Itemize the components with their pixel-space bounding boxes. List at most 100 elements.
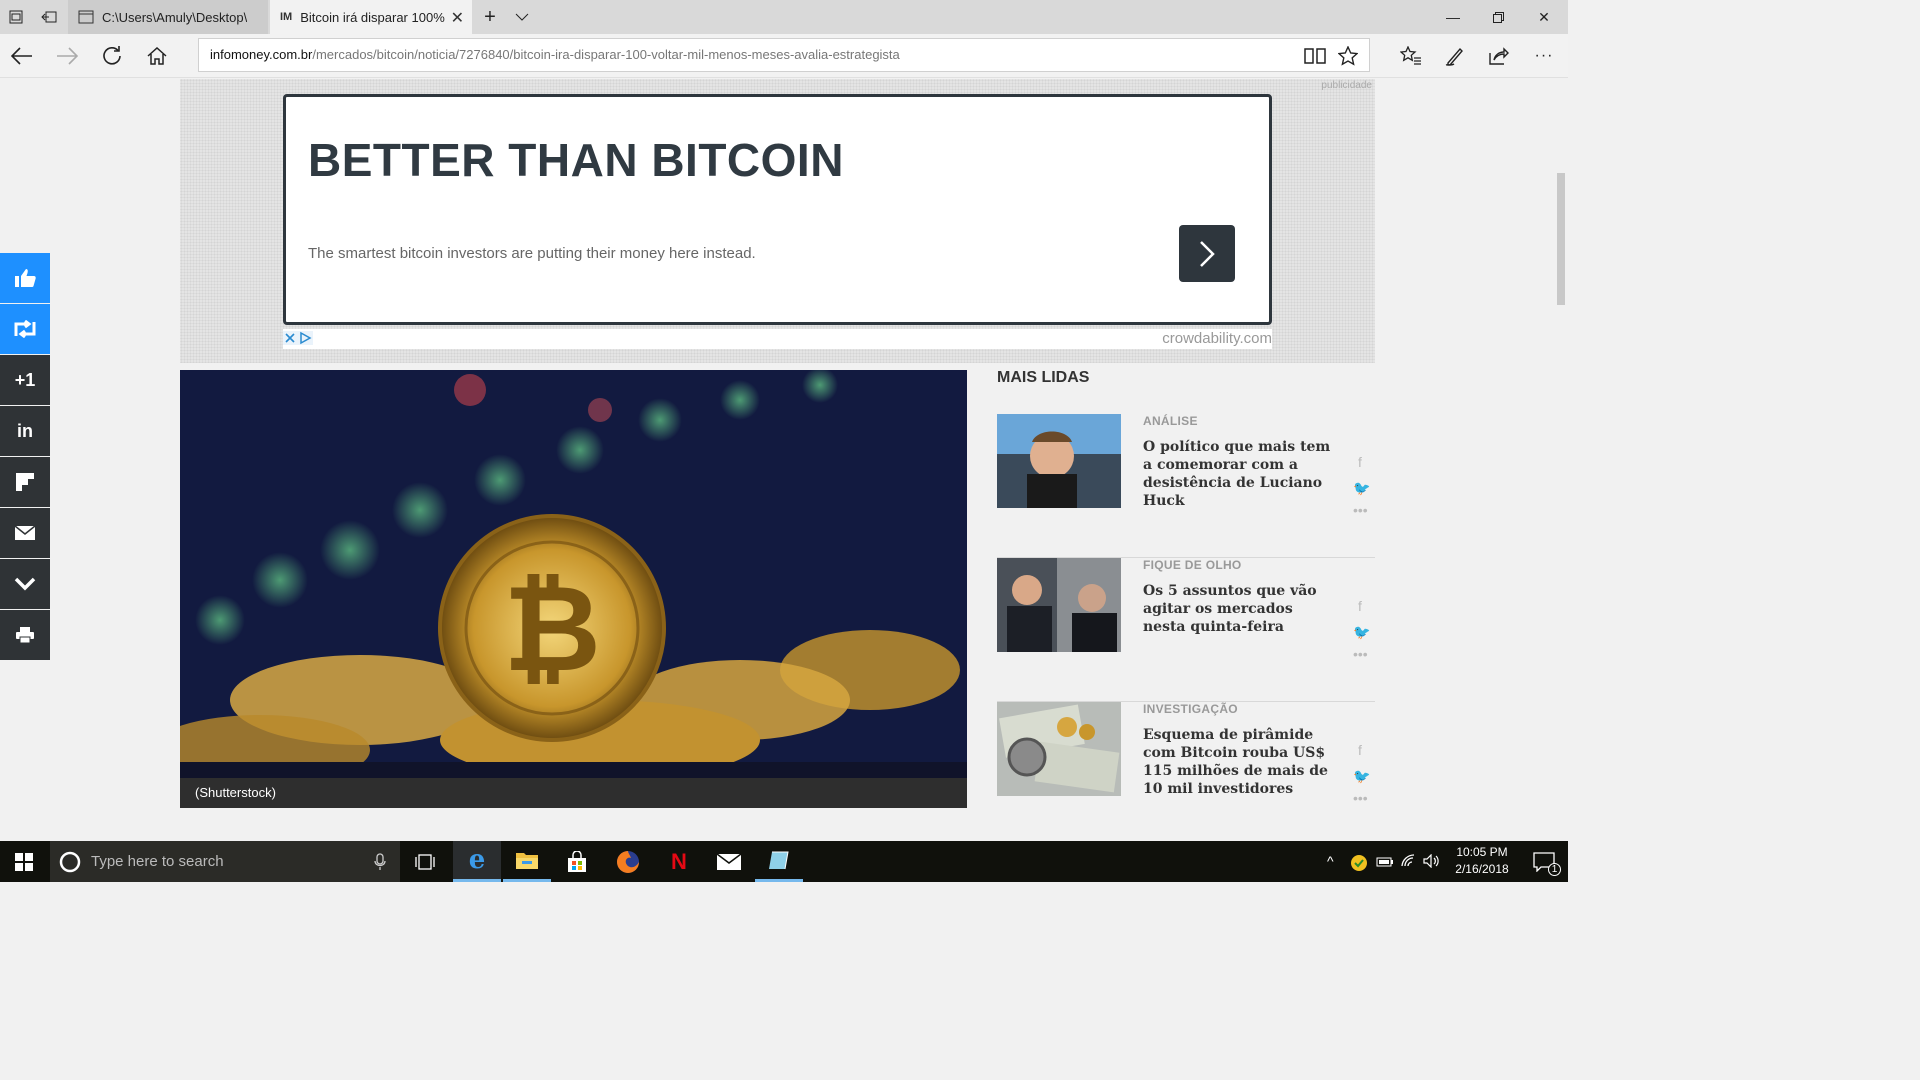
retweet-icon: [14, 320, 36, 338]
ad-title: BETTER THAN BITCOIN: [308, 134, 844, 186]
url-domain: infomoney.com.br: [210, 47, 313, 62]
twitter-icon[interactable]: 🐦: [1353, 480, 1370, 497]
more-dots-icon[interactable]: •••: [1353, 502, 1368, 518]
page-content: publicidade BETTER THAN BITCOIN The smar…: [0, 79, 1555, 841]
ad-container: publicidade BETTER THAN BITCOIN The smar…: [180, 79, 1375, 363]
bitcoin-coins-image: ₿: [180, 370, 967, 778]
back-arrow-icon[interactable]: [0, 34, 44, 78]
refresh-icon[interactable]: [90, 34, 134, 78]
more-dots-icon[interactable]: •••: [1353, 646, 1368, 662]
security-tray-icon[interactable]: [1350, 854, 1368, 875]
mais-lidas-item[interactable]: FIQUE DE OLHO Os 5 assuntos que vão agit…: [997, 558, 1375, 702]
volume-icon[interactable]: [1423, 853, 1441, 871]
new-tab-icon[interactable]: +: [474, 0, 506, 34]
linkedin-icon: in: [17, 420, 33, 441]
netflix-taskbar-app[interactable]: N: [655, 841, 703, 882]
ad-arrow-button[interactable]: [1179, 225, 1235, 282]
adchoices-icon[interactable]: [283, 331, 315, 347]
retweet-button[interactable]: [0, 304, 50, 354]
edge-taskbar-app[interactable]: e: [453, 841, 501, 882]
article-thumbnail[interactable]: [997, 414, 1121, 508]
ad-banner[interactable]: BETTER THAN BITCOIN The smartest bitcoin…: [283, 94, 1272, 325]
mais-lidas-heading: MAIS LIDAS: [997, 369, 1090, 386]
set-aside-tabs-icon[interactable]: [0, 0, 32, 34]
mais-lidas-item[interactable]: INVESTIGAÇÃO Esquema de pirâmide com Bit…: [997, 702, 1375, 841]
mail-icon: [716, 852, 742, 870]
flipboard-button[interactable]: [0, 457, 50, 507]
favorite-star-icon[interactable]: [1326, 34, 1370, 78]
more-options-icon[interactable]: ···: [1522, 34, 1566, 78]
store-taskbar-app[interactable]: [553, 841, 601, 882]
windows-taskbar: Type here to search e N ^ 10:05 PM 2/16/…: [0, 841, 1568, 882]
firefox-taskbar-app[interactable]: [604, 841, 652, 882]
envelope-icon: [14, 525, 36, 540]
browser-navbar: infomoney.com.br/mercados/bitcoin/notici…: [0, 34, 1568, 78]
wifi-icon[interactable]: [1401, 854, 1419, 871]
tab-bitcoin-article[interactable]: IM Bitcoin irá disparar 100% ✕: [270, 0, 472, 34]
web-note-pen-icon[interactable]: [1433, 34, 1477, 78]
tab-desktop-file[interactable]: C:\Users\Amuly\Desktop\lal: [68, 0, 268, 34]
task-view-button[interactable]: [401, 841, 449, 882]
address-bar[interactable]: infomoney.com.br/mercados/bitcoin/notici…: [198, 38, 1370, 72]
google-plus-one-button[interactable]: +1: [0, 355, 50, 405]
close-window-button[interactable]: ✕: [1521, 0, 1567, 34]
print-button[interactable]: [0, 610, 50, 660]
article-image-caption: (Shutterstock): [180, 778, 967, 808]
show-tabs-aside-icon[interactable]: [33, 0, 65, 34]
taskbar-clock[interactable]: 10:05 PM 2/16/2018: [1442, 844, 1522, 878]
clock-date: 2/16/2018: [1455, 862, 1509, 876]
article-headline[interactable]: Esquema de pirâmide com Bitcoin rouba US…: [1143, 726, 1338, 798]
article-category: INVESTIGAÇÃO: [1143, 702, 1238, 716]
windows-logo-icon: [15, 852, 33, 871]
article-image-bitcoin: ₿: [180, 370, 967, 778]
article-headline[interactable]: O político que mais tem a comemorar com …: [1143, 438, 1338, 510]
close-tab-icon[interactable]: ✕: [451, 8, 464, 28]
forward-arrow-icon[interactable]: [45, 34, 89, 78]
chevron-down-icon: [14, 577, 36, 591]
infomoney-favicon: IM: [280, 11, 293, 23]
mail-taskbar-app[interactable]: [705, 841, 753, 882]
home-icon[interactable]: [135, 34, 179, 78]
page-icon: [78, 10, 94, 24]
linkedin-button[interactable]: in: [0, 406, 50, 456]
scrollbar-thumb[interactable]: [1557, 173, 1565, 305]
netflix-icon: N: [671, 848, 687, 874]
ad-publicidade-label: publicidade: [1321, 80, 1372, 91]
thumbs-up-icon: [15, 269, 36, 287]
file-explorer-taskbar-app[interactable]: [503, 841, 551, 882]
taskbar-search-box[interactable]: Type here to search: [50, 841, 400, 882]
email-button[interactable]: [0, 508, 50, 558]
more-share-button[interactable]: [0, 559, 50, 609]
notification-count: 1: [1548, 863, 1561, 876]
tab-label: Bitcoin irá disparar 100%: [300, 9, 445, 25]
twitter-icon[interactable]: 🐦: [1353, 768, 1370, 785]
article-headline[interactable]: Os 5 assuntos que vão agitar os mercados…: [1143, 582, 1338, 636]
app-icon: [769, 851, 789, 870]
minimize-button[interactable]: —: [1430, 0, 1476, 34]
favorites-hub-icon[interactable]: [1389, 34, 1433, 78]
search-placeholder: Type here to search: [91, 853, 224, 870]
mais-lidas-item[interactable]: ANÁLISE O político que mais tem a comemo…: [997, 414, 1375, 558]
article-thumbnail[interactable]: [997, 558, 1121, 652]
article-thumbnail[interactable]: [997, 702, 1121, 796]
facebook-icon[interactable]: f: [1353, 598, 1367, 614]
battery-icon[interactable]: [1376, 855, 1394, 871]
maximize-button[interactable]: [1475, 0, 1521, 34]
share-sidebar: +1 in: [0, 253, 50, 661]
app-taskbar-item[interactable]: [755, 841, 803, 882]
more-dots-icon[interactable]: •••: [1353, 790, 1368, 806]
share-icon[interactable]: [1477, 34, 1521, 78]
microphone-icon[interactable]: [374, 852, 386, 871]
article-category: FIQUE DE OLHO: [1143, 558, 1242, 572]
clock-time: 10:05 PM: [1456, 845, 1508, 859]
tab-label: C:\Users\Amuly\Desktop\lal: [102, 9, 247, 25]
facebook-icon[interactable]: f: [1353, 454, 1367, 470]
action-center-button[interactable]: 1: [1520, 841, 1568, 882]
ad-source[interactable]: crowdability.com: [1162, 330, 1272, 347]
twitter-icon[interactable]: 🐦: [1353, 624, 1370, 641]
tab-preview-chevron-icon[interactable]: [506, 0, 538, 34]
like-button[interactable]: [0, 253, 50, 303]
start-button[interactable]: [0, 841, 48, 882]
facebook-icon[interactable]: f: [1353, 742, 1367, 758]
tray-chevron-up-icon[interactable]: ^: [1327, 853, 1334, 869]
